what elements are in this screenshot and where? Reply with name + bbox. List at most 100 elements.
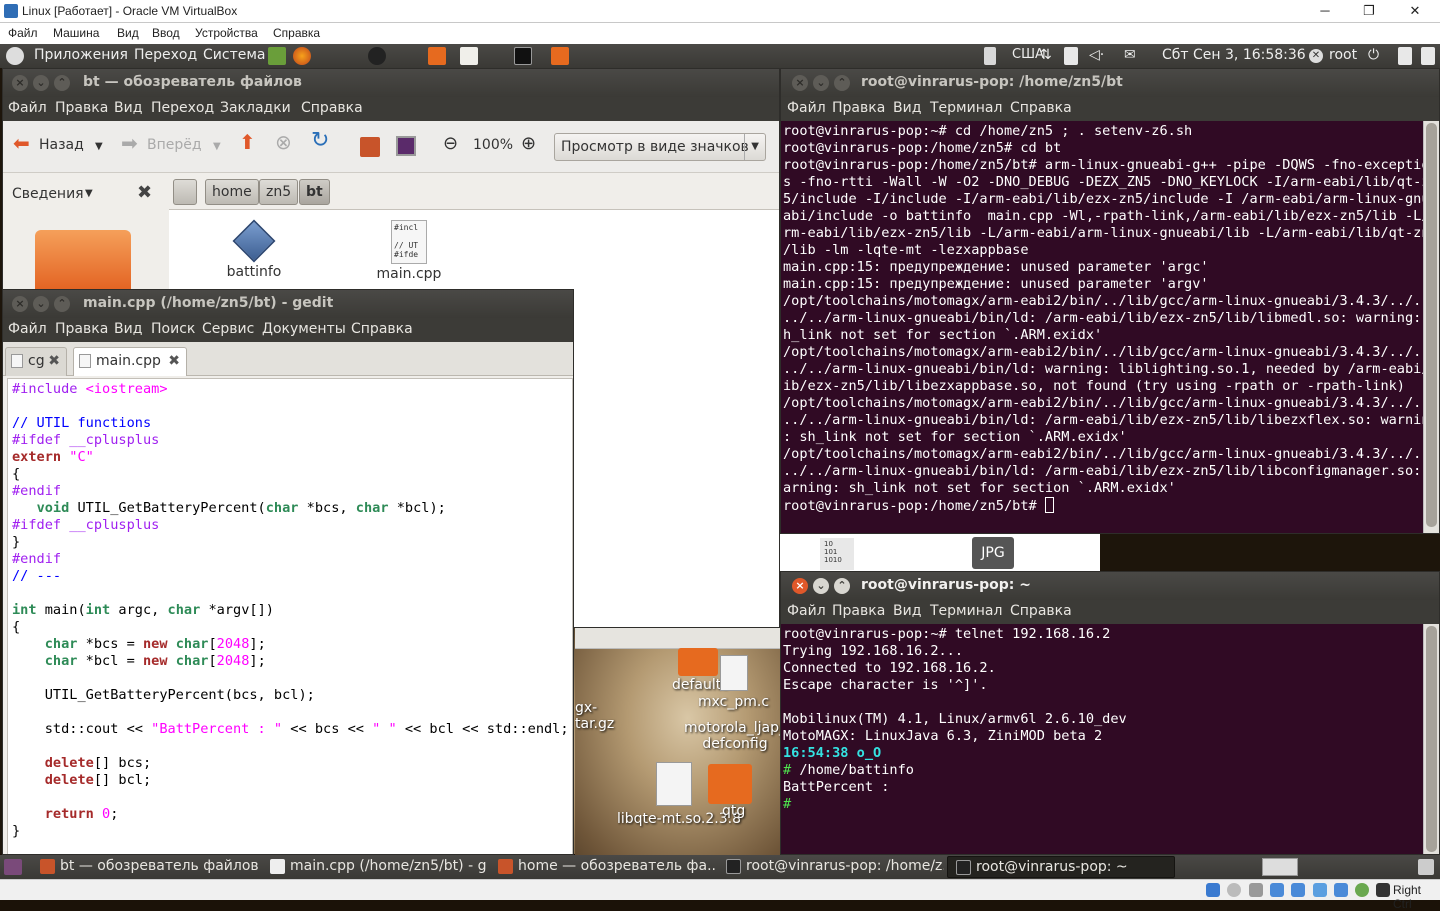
vbox-menu-view[interactable]: Вид [117,26,139,40]
shared-folders-icon[interactable] [1313,883,1327,897]
term2-scrollbar[interactable] [1423,624,1439,854]
gedit-menu-edit[interactable]: Правка [55,321,108,337]
code-editor[interactable]: #include <iostream> // UTIL functions #if… [7,378,573,854]
term1-scrollbar[interactable] [1423,121,1439,533]
vbox-menu-help[interactable]: Справка [273,26,320,40]
term1-minimize-button[interactable]: ⌄ [813,75,829,91]
fm-maximize-button[interactable]: ⌃ [54,75,70,91]
mouse-integration-icon[interactable] [1376,883,1390,897]
home-folder-icon[interactable] [360,137,380,157]
forward-history-chevron-icon[interactable]: ▼ [213,141,221,152]
desktop-icon-mxc[interactable]: mxc_pm.c [698,694,769,710]
up-arrow-icon[interactable]: ⬆ [239,130,256,154]
fm-menu-bookmarks[interactable]: Закладки [220,100,291,116]
term1-maximize-button[interactable]: ⌃ [834,75,850,91]
term2-output[interactable]: root@vinrarus-pop:~# telnet 192.168.16.2… [781,624,1439,854]
show-desktop-icon[interactable] [4,859,22,875]
term2-titlebar[interactable]: × ⌄ ⌃ root@vinrarus-pop: ~ [781,572,1439,600]
term1-menu-terminal[interactable]: Терминал [930,100,1002,116]
gedit-maximize-button[interactable]: ⌃ [54,296,70,312]
audio-icon[interactable] [1249,883,1263,897]
minimize-button[interactable]: ─ [1303,0,1347,23]
reload-icon[interactable]: ↻ [311,128,329,153]
tab-main-cpp[interactable]: main.cpp ✖ [73,347,187,376]
tab-close-icon[interactable]: ✖ [168,348,180,374]
gedit-titlebar[interactable]: × ⌄ ⌃ main.cpp (/home/zn5/bt) - gedit [3,290,573,318]
term2-maximize-button[interactable]: ⌃ [834,578,850,594]
gedit-menu-view[interactable]: Вид [114,321,142,337]
display-icon[interactable] [1334,883,1348,897]
clock[interactable]: Сбт Сен 3, 16:58:36 [1162,47,1306,63]
task-terminal-build[interactable]: root@vinrarus-pop: /home/z... [718,856,944,878]
sidebar-chevron-icon[interactable]: ▼ [85,188,93,199]
breadcrumb-home[interactable]: home [205,179,259,205]
fm-close-button[interactable]: × [12,75,28,91]
network-icon[interactable]: ⇅ [1040,47,1052,63]
gedit-menu-documents[interactable]: Документы [262,321,346,337]
trash-icon[interactable] [1418,859,1434,875]
notes-icon[interactable] [1064,47,1078,65]
tab-close-icon[interactable]: ✖ [48,348,60,374]
zoom-in-icon[interactable]: ⊕ [521,133,536,154]
term1-close-button[interactable]: × [792,75,808,91]
term1-menu-file[interactable]: Файл [787,100,826,116]
term2-close-button[interactable]: × [792,578,808,594]
notes-icon-3[interactable] [1421,47,1435,65]
scroll-thumb[interactable] [1426,123,1437,527]
fm-titlebar[interactable]: × ⌄ ⌃ bt — обозреватель файлов [3,69,779,97]
vbox-menu-file[interactable]: Файл [8,26,38,40]
file-item-battinfo[interactable]: battinfo [204,219,304,280]
task-home-fm[interactable]: home — обозреватель фа... [490,856,716,878]
task-terminal-telnet[interactable]: root@vinrarus-pop: ~ [947,856,1175,878]
computer-icon[interactable] [396,136,416,156]
task-gedit[interactable]: main.cpp (/home/zn5/bt) - g... [262,856,488,878]
term2-menu-view[interactable]: Вид [893,603,921,619]
tab-cg[interactable]: cg ✖ [5,347,67,376]
desktop-icon-qtg[interactable]: qtg [722,803,745,819]
stop-icon[interactable]: ⊗ [275,130,292,154]
power-icon[interactable]: ⏻ [1368,47,1379,63]
term2-menu-terminal[interactable]: Терминал [930,603,1002,619]
notes-icon-2[interactable] [1398,47,1412,65]
file-item-main-cpp[interactable]: #incl // UT #ifde main.cpp [359,220,459,282]
menu-system[interactable]: Система [203,47,265,63]
term2-menu-help[interactable]: Справка [1010,603,1072,619]
gedit-menu-file[interactable]: Файл [8,321,47,337]
term1-titlebar[interactable]: × ⌄ ⌃ root@vinrarus-pop: /home/zn5/bt [781,69,1439,97]
usb-icon[interactable] [1291,883,1305,897]
fm-minimize-button[interactable]: ⌄ [33,75,49,91]
fm-menu-view[interactable]: Вид [114,100,142,116]
video-capture-icon[interactable] [1355,883,1369,897]
term1-menu-edit[interactable]: Правка [832,100,885,116]
network-adapter-icon[interactable] [1270,883,1284,897]
firefox-launcher-icon[interactable] [293,47,311,65]
sidebar-mode-select[interactable]: Сведения [12,186,84,202]
user-name[interactable]: root [1329,47,1357,63]
menu-applications[interactable]: Приложения [34,47,128,63]
gedit-menu-help[interactable]: Справка [351,321,413,337]
term1-output[interactable]: root@vinrarus-pop:~# cd /home/zn5 ; . se… [781,121,1439,533]
term2-minimize-button[interactable]: ⌄ [813,578,829,594]
desktop-icon-tar[interactable]: gx- tar.gz [575,700,614,732]
gedit-close-button[interactable]: × [12,296,28,312]
image-viewer-launcher-icon[interactable] [268,47,286,65]
fm-menu-edit[interactable]: Правка [55,100,108,116]
vbox-menu-machine[interactable]: Машина [53,26,99,40]
zoom-out-icon[interactable]: ⊖ [443,133,458,154]
text-editor-launcher-icon[interactable] [460,47,478,65]
app-launcher-icon[interactable] [368,47,386,65]
breadcrumb-zn5[interactable]: zn5 [259,179,299,205]
zoom-level[interactable]: 100% [473,137,513,153]
task-file-manager[interactable]: bt — обозреватель файлов [32,856,258,878]
back-button[interactable]: Назад [39,137,84,153]
vbox-menu-devices[interactable]: Устройства [195,26,258,40]
optical-drive-icon[interactable] [1227,883,1241,897]
volume-icon[interactable]: ◁· [1089,47,1104,63]
breadcrumb-bt[interactable]: bt [299,179,330,205]
term1-menu-help[interactable]: Справка [1010,100,1072,116]
sidebar-close-icon[interactable]: ✖ [137,182,152,203]
term2-menu-edit[interactable]: Правка [832,603,885,619]
gedit-menu-tools[interactable]: Сервис [202,321,254,337]
terminal-launcher-icon[interactable] [514,47,532,65]
workspace-switcher[interactable] [1262,858,1298,876]
